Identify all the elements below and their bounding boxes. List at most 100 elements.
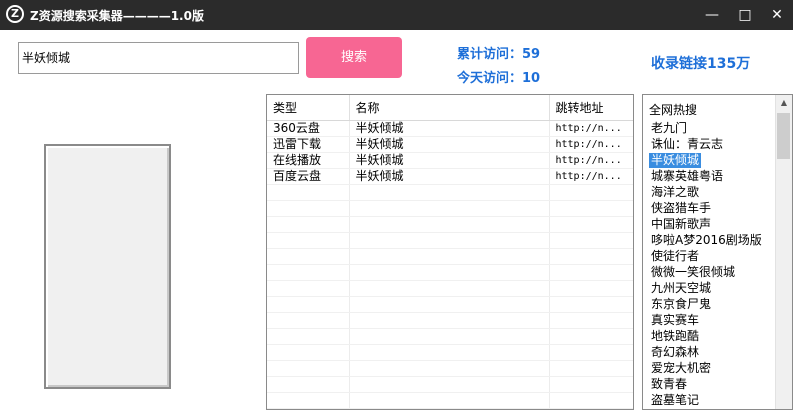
list-item[interactable]: 爱宠大机密 (649, 361, 713, 376)
table-row[interactable]: 360云盘 半妖倾城 http://n... (267, 120, 633, 137)
cell-name: 半妖倾城 (349, 152, 550, 169)
cell-url (549, 312, 633, 329)
list-item[interactable]: 东京食尸鬼 (649, 297, 713, 312)
list-item[interactable]: 真实赛车 (649, 313, 701, 328)
table-row (267, 248, 633, 265)
cell-name (349, 328, 550, 345)
cell-url (549, 184, 633, 201)
list-item[interactable]: 海洋之歌 (649, 185, 701, 200)
cell-name (349, 200, 550, 217)
list-item[interactable]: 九州天空城 (649, 281, 713, 296)
cell-name (349, 232, 550, 249)
table-row (267, 296, 633, 313)
cell-name (349, 376, 550, 393)
cell-type (267, 280, 350, 297)
table-row (267, 280, 633, 297)
cell-name: 半妖倾城 (349, 136, 550, 153)
cell-type: 迅雷下载 (267, 136, 350, 153)
indexed-links-label: 收录链接135万 (651, 56, 751, 72)
cell-type (267, 184, 350, 201)
table-row (267, 328, 633, 345)
cell-name (349, 248, 550, 265)
cell-url (549, 280, 633, 297)
cell-url (549, 376, 633, 393)
cell-name (349, 392, 550, 409)
cell-url (549, 360, 633, 377)
cell-name (349, 296, 550, 313)
table-row (267, 184, 633, 201)
table-row (267, 376, 633, 393)
hot-search-header: 全网热搜 (649, 103, 698, 117)
list-item[interactable]: 哆啦A梦2016剧场版 (649, 233, 764, 248)
maximize-button[interactable]: □ (730, 0, 760, 30)
window-title: Z资源搜索采集器————1.0版 (30, 9, 204, 23)
table-row (267, 392, 633, 409)
cell-name: 半妖倾城 (349, 168, 550, 185)
cell-type: 百度云盘 (267, 168, 350, 185)
list-item[interactable]: 奇幻森林 (649, 345, 701, 360)
list-item[interactable]: 中国新歌声 (649, 217, 713, 232)
column-header-name[interactable]: 名称 (349, 95, 550, 121)
cell-type (267, 264, 350, 281)
table-row (267, 216, 633, 233)
list-item[interactable]: 老九门 (649, 121, 689, 136)
search-input[interactable]: 半妖倾城 (18, 42, 299, 74)
search-button[interactable]: 搜索 (306, 37, 402, 78)
cell-url: http://n... (549, 152, 633, 169)
list-item[interactable]: 半妖倾城 (649, 153, 702, 168)
list-item[interactable]: 城寨英雄粤语 (649, 169, 725, 184)
table-row (267, 312, 633, 329)
cell-type: 360云盘 (267, 120, 350, 137)
table-row[interactable]: 百度云盘 半妖倾城 http://n... (267, 168, 633, 185)
cell-type (267, 344, 350, 361)
list-item[interactable]: 侠盗猎车手 (649, 201, 713, 216)
list-item[interactable]: 诛仙：青云志 (649, 137, 725, 152)
scroll-thumb[interactable] (777, 113, 790, 159)
cell-type (267, 216, 350, 233)
table-row[interactable]: 迅雷下载 半妖倾城 http://n... (267, 136, 633, 153)
title-bar: Z Z资源搜索采集器————1.0版 — □ ✕ (0, 0, 793, 30)
list-item[interactable]: 地铁跑酷 (649, 329, 701, 344)
cell-type (267, 200, 350, 217)
cell-type (267, 360, 350, 377)
cell-name (349, 344, 550, 361)
table-header-row: 类型 名称 跳转地址 (267, 95, 633, 121)
list-item[interactable]: 使徒行者 (649, 249, 701, 264)
list-item[interactable]: 微微一笑很倾城 (649, 265, 737, 280)
close-button[interactable]: ✕ (762, 0, 792, 30)
table-row (267, 344, 633, 361)
list-item[interactable]: 盗墓笔记 (649, 393, 701, 408)
cell-url (549, 216, 633, 233)
cell-url (549, 344, 633, 361)
cell-url (549, 248, 633, 265)
cell-url (549, 232, 633, 249)
cell-url (549, 296, 633, 313)
cell-type (267, 248, 350, 265)
cell-name (349, 216, 550, 233)
hot-search-list[interactable]: 全网热搜 老九门 诛仙：青云志 半妖倾城 城寨英雄粤语 海洋之歌 侠盗猎车手 中国新歌声 哆啦… (642, 94, 793, 410)
table-row (267, 264, 633, 281)
table-row (267, 200, 633, 217)
list-item[interactable]: 致青春 (649, 377, 689, 392)
cell-url: http://n... (549, 168, 633, 185)
cell-url (549, 264, 633, 281)
column-header-url[interactable]: 跳转地址 (549, 95, 633, 121)
cell-type (267, 392, 350, 409)
minimize-button[interactable]: — (697, 0, 727, 30)
cell-url: http://n... (549, 120, 633, 137)
list-scrollbar[interactable]: ▲ (775, 95, 792, 409)
cell-name (349, 264, 550, 281)
table-row[interactable]: 在线播放 半妖倾城 http://n... (267, 152, 633, 169)
cell-type (267, 376, 350, 393)
app-logo-icon: Z (6, 5, 24, 23)
today-visits-label: 今天访问：10 (457, 71, 541, 86)
cell-type (267, 232, 350, 249)
total-visits-label: 累计访问：59 (457, 47, 541, 62)
cell-name (349, 280, 550, 297)
scroll-up-arrow-icon[interactable]: ▲ (776, 95, 792, 111)
results-table[interactable]: 类型 名称 跳转地址 360云盘 半妖倾城 http://n... 迅雷下载 半妖倾城 h… (266, 94, 634, 410)
column-header-type[interactable]: 类型 (267, 95, 350, 121)
cell-name (349, 360, 550, 377)
cell-url (549, 392, 633, 409)
cell-name (349, 184, 550, 201)
